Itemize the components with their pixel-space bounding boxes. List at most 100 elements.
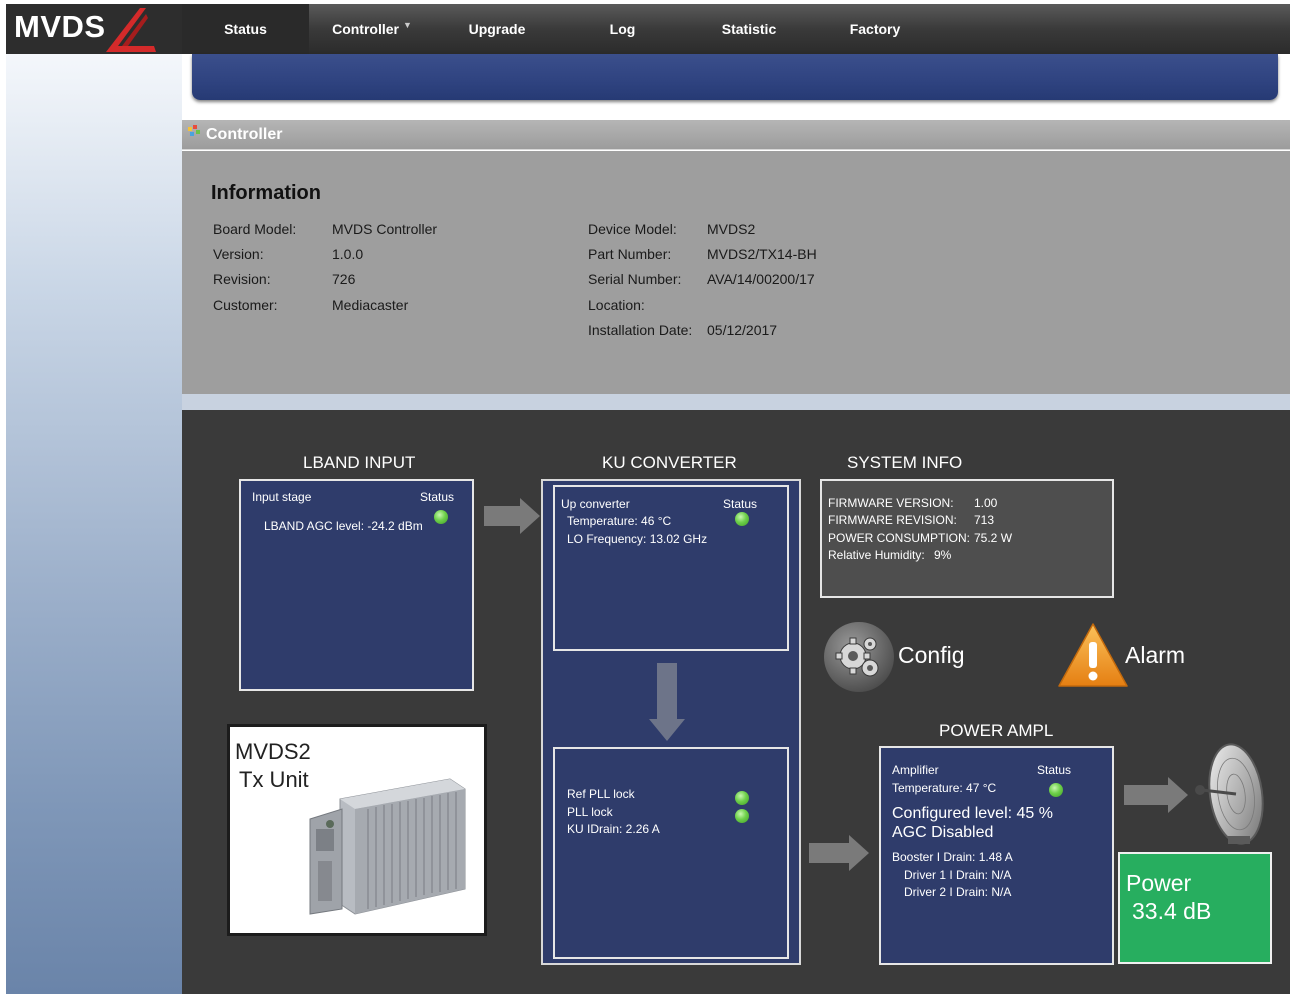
revision-label: Revision: xyxy=(213,271,271,287)
status-dashboard: LBAND INPUT Input stage Status LBAND AGC… xyxy=(182,410,1290,994)
pa-status-label: Status xyxy=(1037,763,1072,777)
panel-icon xyxy=(188,125,200,136)
pa-temperature: Temperature: 47 °C xyxy=(892,781,997,795)
arrow-right-icon xyxy=(809,835,869,871)
nav-tab-upgrade-label: Upgrade xyxy=(468,21,526,37)
logo-text: MVDS xyxy=(14,9,106,44)
up-converter-panel: Up converter Status Temperature: 46 °C L… xyxy=(553,485,789,651)
serial-number-value: AVA/14/00200/17 xyxy=(707,271,815,287)
chevron-down-icon: ▼ xyxy=(402,20,412,30)
main-nav: Status Controller ▼ Upgrade Log Statisti… xyxy=(182,4,938,54)
power-consumption-value: 75.2 W xyxy=(974,531,1013,545)
customer-value: Mediacaster xyxy=(332,297,409,313)
power-ampl-title: POWER AMPL xyxy=(939,721,1054,740)
header-banner xyxy=(192,54,1278,100)
power-value: 33.4 dB xyxy=(1132,898,1212,924)
divider xyxy=(182,394,1290,410)
nav-tab-controller-label: Controller xyxy=(332,21,399,37)
ref-pll-lock-label: Ref PLL lock xyxy=(567,787,635,801)
pll-panel: Ref PLL lock PLL lock KU IDrain: 2.26 A xyxy=(553,747,789,959)
nav-tab-upgrade[interactable]: Upgrade xyxy=(435,4,559,54)
nav-tab-statistic[interactable]: Statistic xyxy=(686,4,812,54)
alarm-button[interactable]: Alarm xyxy=(1057,622,1217,692)
config-button[interactable]: Config xyxy=(822,620,972,696)
board-model-label: Board Model: xyxy=(213,221,297,237)
app-root: MVDS Status Controller ▼ Upgrade Log Sta… xyxy=(0,0,1290,994)
lband-status-label: Status xyxy=(420,490,455,504)
ref-pll-led xyxy=(735,791,749,805)
driver1-idrain: Driver 1 I Drain: N/A xyxy=(904,868,1012,882)
power-ampl-box: Amplifier Status Temperature: 47 °C Conf… xyxy=(879,746,1114,965)
nav-tab-controller[interactable]: Controller ▼ xyxy=(309,4,435,54)
driver2-idrain: Driver 2 I Drain: N/A xyxy=(904,885,1012,899)
tx-unit-device-image xyxy=(309,778,466,915)
firmware-revision-label: FIRMWARE REVISION: xyxy=(828,513,957,527)
information-panel: Information Board Model: MVDS Controller… xyxy=(182,151,1290,394)
nav-tab-statistic-label: Statistic xyxy=(721,21,777,37)
customer-label: Customer: xyxy=(213,297,278,313)
information-title: Information xyxy=(211,182,321,204)
pll-lock-label: PLL lock xyxy=(567,805,613,819)
satellite-dish-icon xyxy=(1195,743,1264,845)
system-info-box: FIRMWARE VERSION: 1.00 FIRMWARE REVISION… xyxy=(820,479,1114,598)
alarm-label: Alarm xyxy=(1125,642,1186,668)
agc-status: AGC Disabled xyxy=(892,824,994,841)
up-converter-label: Up converter xyxy=(561,497,630,511)
device-model-value: MVDS2 xyxy=(707,221,756,237)
humidity-label: Relative Humidity: xyxy=(828,548,925,562)
unit-photo: MVDS2 Tx Unit xyxy=(227,724,487,936)
unit-label-line2: Tx Unit xyxy=(239,767,309,792)
config-label: Config xyxy=(898,642,965,668)
nav-tab-log-label: Log xyxy=(609,21,636,37)
nav-tab-status[interactable]: Status xyxy=(182,4,309,54)
system-info-title: SYSTEM INFO xyxy=(847,453,963,472)
arrow-right-icon xyxy=(484,498,540,534)
booster-idrain: Booster I Drain: 1.48 A xyxy=(892,850,1013,864)
ku-converter-box: Up converter Status Temperature: 46 °C L… xyxy=(541,479,801,965)
sidebar xyxy=(6,54,182,994)
amplifier-label: Amplifier xyxy=(892,763,939,777)
installation-date-value: 05/12/2017 xyxy=(707,322,778,338)
revision-value: 726 xyxy=(332,271,356,287)
power-consumption-label: POWER CONSUMPTION: xyxy=(828,531,971,545)
location-label: Location: xyxy=(588,297,645,313)
firmware-revision-value: 713 xyxy=(974,513,995,527)
gear-icon xyxy=(824,622,894,692)
logo: MVDS xyxy=(6,4,182,54)
serial-number-label: Serial Number: xyxy=(588,271,682,287)
nav-tab-factory-label: Factory xyxy=(849,21,901,37)
ku-lo-frequency: LO Frequency: 13.02 GHz xyxy=(567,532,708,546)
nav-tab-status-label: Status xyxy=(224,21,267,37)
ku-temperature: Temperature: 46 °C xyxy=(567,514,672,528)
lband-title: LBAND INPUT xyxy=(303,453,416,472)
device-model-label: Device Model: xyxy=(588,221,677,237)
controller-panel-header: Controller xyxy=(182,120,1290,150)
arrow-down-icon xyxy=(649,663,685,741)
unit-label-line1: MVDS2 xyxy=(235,739,311,764)
part-number-value: MVDS2/TX14-BH xyxy=(707,246,817,262)
installation-date-label: Installation Date: xyxy=(588,322,693,338)
controller-panel-title: Controller xyxy=(206,126,283,143)
nav-tab-log[interactable]: Log xyxy=(559,4,686,54)
pll-lock-led xyxy=(735,809,749,823)
lband-status-led xyxy=(434,510,448,524)
nav-tab-factory[interactable]: Factory xyxy=(812,4,938,54)
version-value: 1.0.0 xyxy=(332,246,364,262)
logo-swoosh-icon xyxy=(106,8,156,52)
firmware-version-label: FIRMWARE VERSION: xyxy=(828,496,954,510)
firmware-version-value: 1.00 xyxy=(974,496,998,510)
lband-input-box: Input stage Status LBAND AGC level: -24.… xyxy=(239,479,474,691)
ku-idrain: KU IDrain: 2.26 A xyxy=(567,822,660,836)
pa-status-led xyxy=(1049,783,1063,797)
power-label: Power xyxy=(1126,870,1192,896)
warning-triangle-icon xyxy=(1058,623,1128,687)
arrow-right-icon xyxy=(1124,777,1188,813)
board-model-value: MVDS Controller xyxy=(332,221,438,237)
ku-status-label: Status xyxy=(723,497,758,511)
ku-status-led xyxy=(735,512,749,526)
top-nav-bar: MVDS Status Controller ▼ Upgrade Log Sta… xyxy=(6,4,1290,54)
configured-level: Configured level: 45 % xyxy=(892,805,1053,822)
lband-agc-level: LBAND AGC level: -24.2 dBm xyxy=(264,519,423,533)
ku-title: KU CONVERTER xyxy=(602,453,737,472)
part-number-label: Part Number: xyxy=(588,246,672,262)
